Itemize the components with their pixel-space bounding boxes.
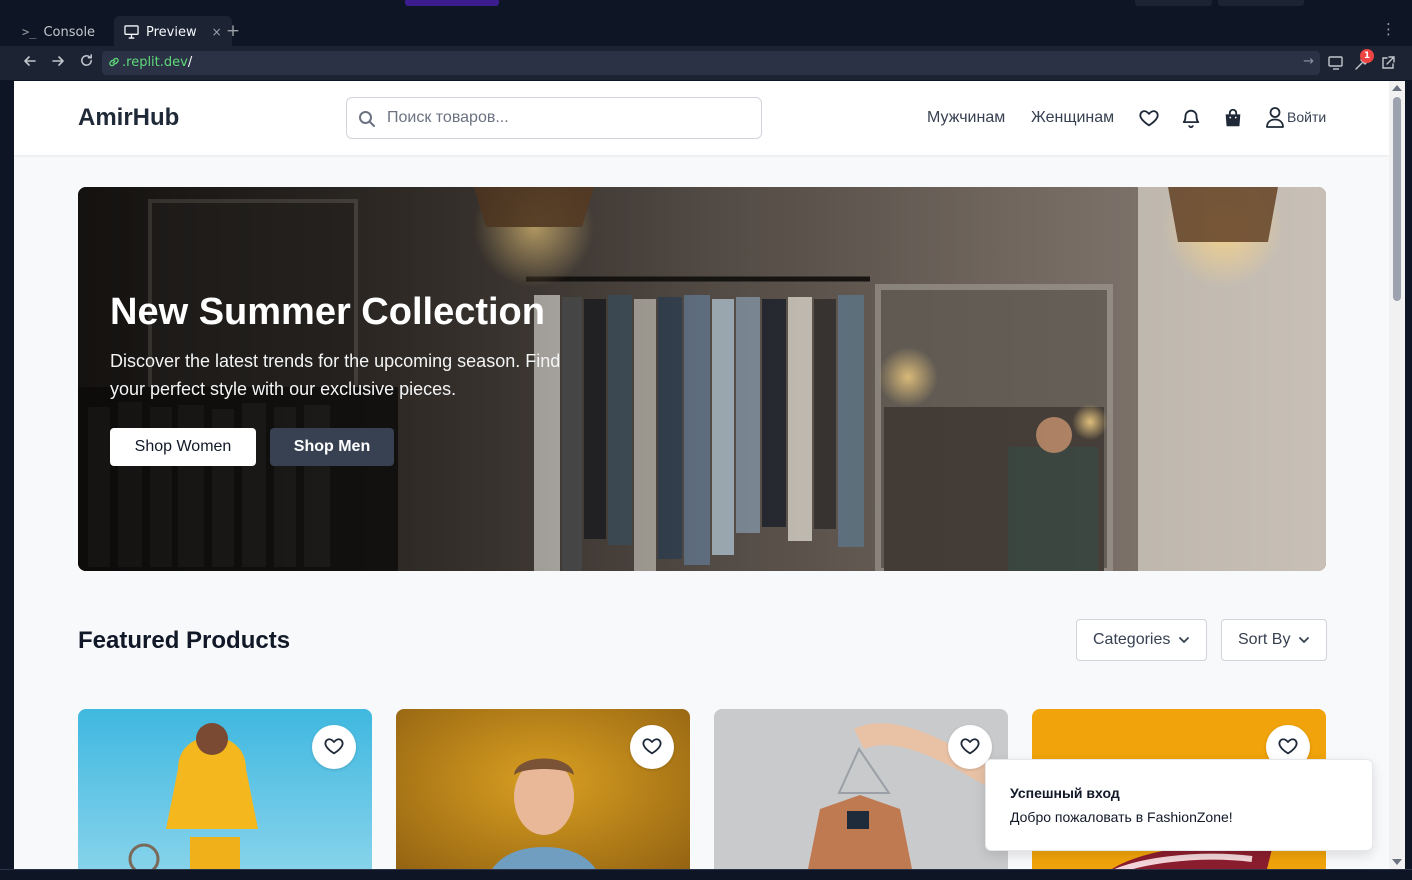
url-field[interactable]: .replit.dev/ → — [102, 51, 1320, 75]
site-header: AmirHub Мужчинам Женщинам Войти — [14, 81, 1389, 155]
close-icon[interactable]: × — [212, 25, 222, 39]
shop-women-button[interactable]: Shop Women — [110, 428, 256, 466]
sort-dropdown[interactable]: Sort By — [1221, 619, 1328, 661]
shopping-bag-icon[interactable] — [1222, 107, 1244, 129]
favorite-button[interactable] — [312, 725, 356, 769]
url-path: / — [187, 55, 193, 70]
tab-console[interactable]: >_ Console — [12, 16, 105, 48]
scrollbar-thumb[interactable] — [1393, 97, 1401, 301]
hero-subtitle: Discover the latest trends for the upcom… — [110, 351, 561, 399]
tab-preview[interactable]: Preview × — [114, 16, 232, 48]
login-label: Войти — [1287, 109, 1327, 125]
scroll-up-arrow-icon[interactable] — [1392, 85, 1402, 91]
add-tab-icon[interactable]: + — [222, 20, 244, 42]
ide-tab-bar: >_ Console Preview × + ⋮ — [0, 8, 1412, 48]
devices-icon[interactable] — [1327, 54, 1345, 72]
monitor-icon — [124, 25, 139, 39]
ide-top-control[interactable] — [1218, 0, 1304, 6]
product-card[interactable] — [78, 709, 372, 869]
product-card[interactable] — [714, 709, 1008, 869]
reload-icon[interactable] — [76, 53, 96, 73]
user-icon — [1266, 107, 1284, 128]
page-scrollbar[interactable] — [1389, 81, 1405, 869]
shop-men-button[interactable]: Shop Men — [270, 428, 394, 466]
url-text: .replit.dev/ — [122, 55, 192, 70]
link-icon — [109, 57, 119, 67]
nav-women-link[interactable]: Женщинам — [1031, 109, 1114, 127]
heart-icon — [642, 738, 662, 755]
bell-icon[interactable] — [1180, 107, 1202, 129]
more-menu-icon[interactable]: ⋮ — [1381, 22, 1396, 37]
login-button[interactable]: Войти — [1265, 106, 1326, 128]
hero-title: New Summer Collection — [110, 291, 545, 333]
nav-men-link[interactable]: Мужчинам — [927, 109, 1005, 127]
heart-icon[interactable] — [1138, 107, 1160, 129]
scroll-down-arrow-icon[interactable] — [1392, 859, 1402, 865]
favorite-button[interactable] — [630, 725, 674, 769]
preview-viewport: AmirHub Мужчинам Женщинам Войти — [14, 81, 1389, 869]
site-logo[interactable]: AmirHub — [78, 104, 179, 132]
toast-title: Успешный вход — [1010, 785, 1120, 801]
heart-icon — [1278, 738, 1298, 755]
search-input[interactable] — [387, 107, 747, 129]
featured-products-title: Featured Products — [78, 627, 291, 654]
categories-dropdown[interactable]: Categories — [1076, 619, 1208, 661]
heart-icon — [960, 738, 980, 755]
forward-arrow-icon[interactable] — [48, 53, 68, 73]
hero-banner: New Summer Collection Discover the lates… — [78, 187, 1326, 571]
run-button[interactable] — [405, 0, 499, 6]
back-arrow-icon[interactable] — [20, 53, 40, 73]
notification-badge: 1 — [1360, 49, 1374, 63]
toast-message: Добро пожаловать в FashionZone! — [1010, 809, 1233, 825]
url-host: .replit.dev — [122, 55, 188, 70]
tab-console-label: Console — [43, 24, 96, 40]
ide-top-control[interactable] — [1135, 0, 1212, 6]
categories-label: Categories — [1093, 631, 1171, 648]
terminal-icon: >_ — [22, 25, 37, 39]
search-box[interactable] — [346, 97, 762, 139]
tab-preview-label: Preview — [146, 24, 197, 40]
sort-label: Sort By — [1238, 631, 1291, 648]
preview-url-bar: .replit.dev/ → — [0, 46, 1412, 80]
search-icon — [359, 111, 375, 127]
go-arrow-icon[interactable]: → — [1303, 54, 1314, 69]
heart-icon — [324, 738, 344, 755]
open-new-tab-icon[interactable] — [1379, 54, 1397, 72]
ide-top-strip — [0, 0, 1412, 8]
product-card[interactable] — [396, 709, 690, 869]
toast-notification[interactable]: Успешный вход Добро пожаловать в Fashion… — [985, 759, 1373, 851]
chevron-down-icon — [1179, 637, 1190, 643]
ide-bottom-strip — [0, 869, 1412, 880]
chevron-down-icon — [1299, 637, 1310, 643]
